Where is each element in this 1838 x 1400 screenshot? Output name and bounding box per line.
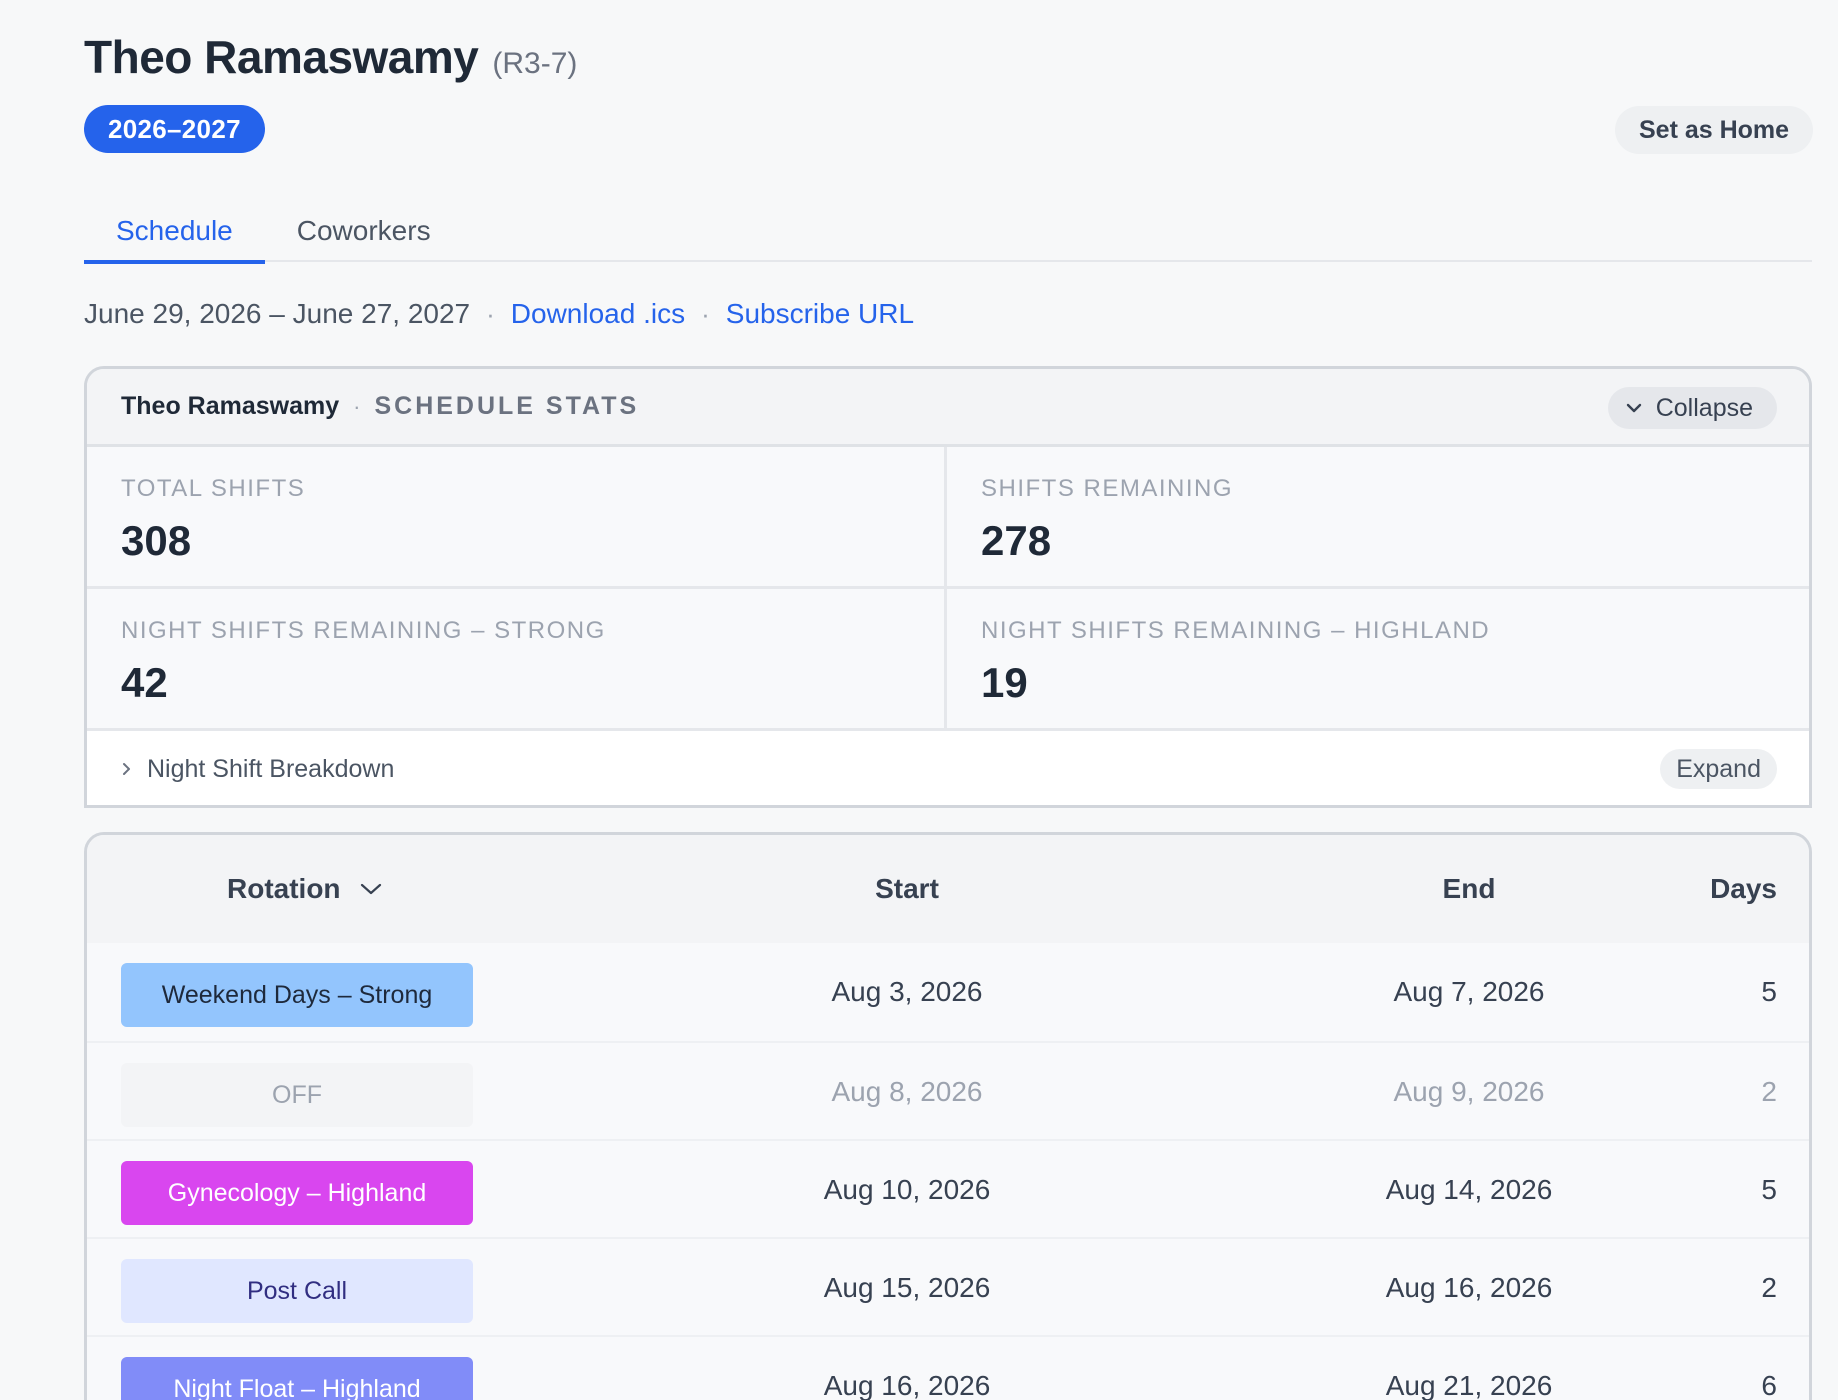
academic-year-badge[interactable]: 2026–2027 <box>84 105 265 153</box>
days-count: 5 <box>1761 1174 1777 1205</box>
collapse-label: Collapse <box>1655 393 1753 422</box>
days-count: 5 <box>1761 976 1777 1007</box>
table-header: Rotation Start End Days <box>87 835 1809 943</box>
page: Theo Ramaswamy (R3-7) 2026–2027 Set as H… <box>0 0 1838 1400</box>
days-count: 2 <box>1761 1272 1777 1303</box>
stat-night-remaining-highland: NIGHT SHIFTS REMAINING – HIGHLAND 19 <box>947 589 1809 731</box>
tab-bar: Schedule Coworkers <box>84 200 1812 264</box>
stat-total-shifts: TOTAL SHIFTS 308 <box>87 447 947 589</box>
rotation-pill[interactable]: Post Call <box>121 1259 473 1323</box>
subscribe-url-link[interactable]: Subscribe URL <box>726 298 914 330</box>
start-date: Aug 10, 2026 <box>823 1174 991 1205</box>
stats-header: Theo Ramaswamy · SCHEDULE STATS Collapse <box>87 369 1809 447</box>
header-start: Start <box>875 873 939 904</box>
resident-code: (R3-7) <box>492 47 578 80</box>
rotation-pill[interactable]: Gynecology – Highland <box>121 1161 473 1225</box>
stats-title: SCHEDULE STATS <box>374 392 640 420</box>
collapse-button[interactable]: Collapse <box>1607 387 1777 429</box>
stat-value: 42 <box>121 659 168 706</box>
table-row[interactable]: Weekend Days – Strong Aug 3, 2026 Aug 7, 2… <box>87 943 1809 1041</box>
start-date: Aug 3, 2026 <box>831 976 983 1007</box>
stats-grid: TOTAL SHIFTS 308 SHIFTS REMAINING 278 NI… <box>87 447 1809 731</box>
expand-button[interactable]: Expand <box>1660 749 1777 789</box>
header-end: End <box>1442 873 1496 904</box>
stat-night-remaining-strong: NIGHT SHIFTS REMAINING – STRONG 42 <box>87 589 947 731</box>
tab-schedule[interactable]: Schedule <box>84 200 265 264</box>
night-shift-breakdown-row[interactable]: Night Shift Breakdown Expand <box>87 731 1809 805</box>
header-days: Days <box>1710 873 1777 904</box>
end-date: Aug 14, 2026 <box>1385 1174 1553 1205</box>
rotation-pill[interactable]: Weekend Days – Strong <box>121 963 473 1027</box>
set-as-home-button[interactable]: Set as Home <box>1615 106 1814 154</box>
stat-label: NIGHT SHIFTS REMAINING – HIGHLAND <box>981 617 1491 644</box>
end-date: Aug 9, 2026 <box>1393 1076 1545 1107</box>
chevron-down-icon <box>360 883 381 895</box>
stat-value: 278 <box>981 517 1052 564</box>
table-body: Weekend Days – Strong Aug 3, 2026 Aug 7, 2… <box>87 943 1809 1400</box>
start-date: Aug 15, 2026 <box>823 1272 991 1303</box>
table-row[interactable]: Gynecology – Highland Aug 10, 2026 Aug 14,… <box>87 1139 1809 1237</box>
days-count: 6 <box>1761 1370 1777 1400</box>
separator-dot: · <box>353 393 361 419</box>
end-date: Aug 21, 2026 <box>1385 1370 1553 1400</box>
table-row[interactable]: Night Float – Highland Aug 16, 2026 Aug 21… <box>87 1335 1809 1400</box>
page-title: Theo Ramaswamy (R3-7) <box>84 30 577 84</box>
resident-name: Theo Ramaswamy <box>84 31 479 83</box>
table-row[interactable]: OFF Aug 8, 2026 Aug 9, 2026 2 <box>87 1041 1809 1139</box>
rotation-sort-header[interactable]: Rotation <box>227 835 383 943</box>
end-date: Aug 7, 2026 <box>1393 976 1545 1007</box>
schedule-stats-card: Theo Ramaswamy · SCHEDULE STATS Collapse… <box>84 366 1812 808</box>
stat-label: NIGHT SHIFTS REMAINING – STRONG <box>121 617 606 644</box>
separator-dot: · <box>701 298 710 329</box>
stat-shifts-remaining: SHIFTS REMAINING 278 <box>947 447 1809 589</box>
header-rotation: Rotation <box>227 873 341 904</box>
rotation-pill[interactable]: OFF <box>121 1063 473 1127</box>
start-date: Aug 8, 2026 <box>831 1076 983 1107</box>
stat-value: 19 <box>981 659 1028 706</box>
stats-owner-name: Theo Ramaswamy <box>121 392 340 420</box>
stat-label: TOTAL SHIFTS <box>121 475 306 502</box>
breakdown-label: Night Shift Breakdown <box>147 754 395 783</box>
separator-dot: · <box>486 298 495 329</box>
date-range: June 29, 2026 – June 27, 2027 <box>84 298 471 329</box>
rotation-pill[interactable]: Night Float – Highland <box>121 1357 473 1400</box>
chevron-right-icon <box>123 763 130 775</box>
table-row[interactable]: Post Call Aug 15, 2026 Aug 16, 2026 2 <box>87 1237 1809 1335</box>
chevron-down-icon <box>1626 403 1641 413</box>
start-date: Aug 16, 2026 <box>823 1370 991 1400</box>
days-count: 2 <box>1761 1076 1777 1107</box>
end-date: Aug 16, 2026 <box>1385 1272 1553 1303</box>
stat-value: 308 <box>121 517 192 564</box>
stat-label: SHIFTS REMAINING <box>981 475 1234 502</box>
tab-coworkers[interactable]: Coworkers <box>265 200 463 262</box>
rotation-table: Rotation Start End Days Weekend Days – S… <box>84 832 1812 1400</box>
schedule-date-line: June 29, 2026 – June 27, 2027 · Download… <box>84 298 914 330</box>
download-ics-link[interactable]: Download .ics <box>511 298 685 330</box>
